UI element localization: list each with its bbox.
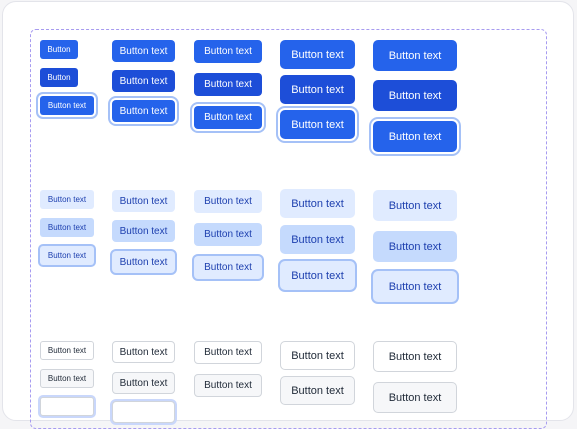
secondary-md-focus-button[interactable]: Button text <box>194 256 262 279</box>
secondary-xs-default-button[interactable]: Button text <box>40 190 94 209</box>
primary-md-hover-button[interactable]: Button text <box>194 73 262 96</box>
primary-xl-default-button[interactable]: Button text <box>373 40 457 71</box>
tertiary-xl-hover-button[interactable]: Button text <box>373 382 457 413</box>
primary-md-focus-button[interactable]: Button text <box>194 106 262 129</box>
primary-lg-hover-button[interactable]: Button text <box>280 75 355 104</box>
primary-sm-hover-button[interactable]: Button text <box>112 70 175 92</box>
secondary-lg-hover-button[interactable]: Button text <box>280 225 355 254</box>
secondary-xl-focus-button[interactable]: Button text <box>373 271 457 302</box>
primary-xl-focus-button[interactable]: Button text <box>373 121 457 152</box>
primary-xs-default-button[interactable]: Button <box>40 40 78 59</box>
secondary-sm-focus-button[interactable]: Button text <box>112 251 175 273</box>
secondary-lg-default-button[interactable]: Button text <box>280 189 355 218</box>
tertiary-lg-hover-button[interactable]: Button text <box>280 376 355 405</box>
primary-xs-hover-button[interactable]: Button <box>40 68 78 87</box>
tertiary-xs-hover-button[interactable]: Button text <box>40 369 94 388</box>
tertiary-md-default-button[interactable]: Button text <box>194 341 262 364</box>
secondary-xs-hover-button[interactable]: Button text <box>40 218 94 237</box>
tertiary-sm-focus-button[interactable] <box>112 401 175 423</box>
primary-lg-default-button[interactable]: Button text <box>280 40 355 69</box>
tertiary-xl-default-button[interactable]: Button text <box>373 341 457 372</box>
primary-xs-focus-button[interactable]: Button text <box>40 96 94 115</box>
secondary-md-default-button[interactable]: Button text <box>194 190 262 213</box>
secondary-md-hover-button[interactable]: Button text <box>194 223 262 246</box>
tertiary-sm-hover-button[interactable]: Button text <box>112 372 175 394</box>
secondary-xl-hover-button[interactable]: Button text <box>373 231 457 262</box>
primary-sm-default-button[interactable]: Button text <box>112 40 175 62</box>
primary-lg-focus-button[interactable]: Button text <box>280 110 355 139</box>
secondary-xs-focus-button[interactable]: Button text <box>40 246 94 265</box>
tertiary-xs-default-button[interactable]: Button text <box>40 341 94 360</box>
tertiary-lg-default-button[interactable]: Button text <box>280 341 355 370</box>
primary-xl-hover-button[interactable]: Button text <box>373 80 457 111</box>
secondary-sm-default-button[interactable]: Button text <box>112 190 175 212</box>
secondary-xl-default-button[interactable]: Button text <box>373 190 457 221</box>
secondary-lg-focus-button[interactable]: Button text <box>280 261 355 290</box>
secondary-sm-hover-button[interactable]: Button text <box>112 220 175 242</box>
tertiary-md-hover-button[interactable]: Button text <box>194 374 262 397</box>
tertiary-xs-focus-button[interactable] <box>40 397 94 416</box>
tertiary-sm-default-button[interactable]: Button text <box>112 341 175 363</box>
primary-md-default-button[interactable]: Button text <box>194 40 262 63</box>
primary-sm-focus-button[interactable]: Button text <box>112 100 175 122</box>
